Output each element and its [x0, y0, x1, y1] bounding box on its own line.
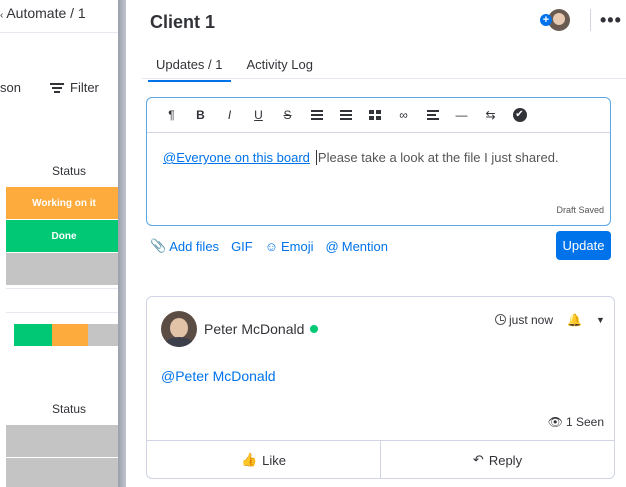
- status-cell-working[interactable]: Working on it: [6, 187, 122, 219]
- add-files-button[interactable]: 📎 Add files: [150, 238, 219, 254]
- automate-label: Automate / 1: [6, 5, 86, 21]
- link-icon[interactable]: ∞: [389, 105, 418, 125]
- header-divider: [590, 9, 591, 31]
- reply-button[interactable]: ↶ Reply: [381, 441, 614, 479]
- eye-icon: 👁: [547, 415, 563, 429]
- bullet-list-icon[interactable]: [331, 105, 360, 125]
- online-status-dot: [310, 325, 319, 333]
- status-column-header: Status: [52, 164, 87, 178]
- subscribers-area[interactable]: +: [540, 9, 591, 31]
- item-side-panel: Client 1 + ••• Updates / 1 Activity Log …: [126, 0, 626, 487]
- filter-button[interactable]: Filter: [50, 80, 99, 95]
- editor-toolbar: ¶ B I U S ∞ — ⇆ ✔: [147, 98, 610, 133]
- author-name[interactable]: Peter McDonald: [204, 321, 319, 337]
- summary-empty-segment: [88, 324, 122, 346]
- strikethrough-button[interactable]: S: [273, 105, 302, 125]
- underline-button[interactable]: U: [244, 105, 273, 125]
- update-editor[interactable]: ¶ B I U S ∞ — ⇆ ✔ @Everyone on this boar…: [146, 97, 611, 226]
- at-icon: @: [325, 238, 339, 254]
- thumbs-up-icon: 👍: [240, 452, 258, 467]
- author-avatar[interactable]: [161, 311, 197, 347]
- gif-button[interactable]: GIF: [231, 239, 253, 254]
- tabs-divider: [142, 78, 626, 79]
- update-button[interactable]: Update: [556, 231, 611, 260]
- author-name-label: Peter McDonald: [204, 321, 305, 337]
- editor-actions: 📎 Add files GIF ☺ Emoji @ Mention: [150, 238, 400, 254]
- post-time: just now: [495, 313, 553, 327]
- emoji-button[interactable]: ☺ Emoji: [265, 239, 314, 254]
- bold-button[interactable]: B: [186, 105, 215, 125]
- mention-button[interactable]: @ Mention: [326, 239, 388, 254]
- add-subscriber-icon[interactable]: +: [540, 14, 552, 26]
- mention-tag[interactable]: @Everyone on this board: [163, 150, 310, 165]
- filter-icon: [50, 82, 64, 93]
- row-divider: [6, 288, 122, 289]
- seen-count[interactable]: 👁 1 Seen: [548, 415, 604, 429]
- board-background: ‹ Automate / 1 son Filter Status Working …: [0, 0, 122, 487]
- summary-working-segment: [52, 324, 88, 346]
- editor-message: Please take a look at the file I just sh…: [317, 150, 559, 165]
- summary-done-segment: [14, 324, 52, 346]
- like-button[interactable]: 👍 Like: [147, 441, 381, 479]
- text-caret: [315, 150, 317, 165]
- italic-button[interactable]: I: [215, 105, 244, 125]
- align-icon[interactable]: [418, 105, 447, 125]
- update-card: Peter McDonald just now 🔔 ▼ @Peter McDon…: [146, 296, 615, 479]
- numbered-list-icon[interactable]: [302, 105, 331, 125]
- chevron-icon: ‹: [0, 10, 4, 21]
- post-mention[interactable]: @Peter McDonald: [161, 368, 276, 384]
- checklist-icon[interactable]: ✔: [505, 105, 534, 125]
- item-title[interactable]: Client 1: [150, 12, 215, 33]
- status-summary-bar: [14, 324, 122, 346]
- paperclip-icon: 📎: [150, 238, 167, 253]
- reply-icon: ↶: [472, 452, 484, 467]
- draft-status: Draft Saved: [556, 205, 604, 215]
- paragraph-icon[interactable]: ¶: [157, 105, 186, 125]
- automate-button[interactable]: ‹ Automate / 1: [0, 5, 86, 21]
- divider-icon[interactable]: —: [447, 105, 476, 125]
- filter-label: Filter: [70, 80, 99, 95]
- person-filter-button[interactable]: son: [0, 80, 21, 95]
- post-meta: just now 🔔 ▼: [495, 313, 605, 327]
- more-options-icon[interactable]: •••: [600, 10, 622, 31]
- text-direction-icon[interactable]: ⇆: [476, 105, 505, 125]
- chevron-down-icon[interactable]: ▼: [596, 315, 605, 325]
- status-cell-empty[interactable]: [6, 458, 122, 487]
- post-footer: 👍 Like ↶ Reply: [147, 440, 614, 479]
- clock-icon: [495, 314, 506, 325]
- status-column-header: Status: [52, 402, 87, 416]
- board-divider: [0, 32, 122, 33]
- app-root: ‹ Automate / 1 son Filter Status Working …: [0, 0, 626, 487]
- status-cell-done[interactable]: Done: [6, 220, 122, 252]
- row-divider: [6, 312, 122, 313]
- status-cell-empty[interactable]: [6, 253, 122, 285]
- status-cell-empty[interactable]: [6, 425, 122, 457]
- bell-icon[interactable]: 🔔: [567, 313, 582, 327]
- editor-content[interactable]: @Everyone on this board Please take a loo…: [163, 150, 559, 165]
- table-icon[interactable]: [360, 105, 389, 125]
- smiley-icon: ☺: [264, 238, 279, 254]
